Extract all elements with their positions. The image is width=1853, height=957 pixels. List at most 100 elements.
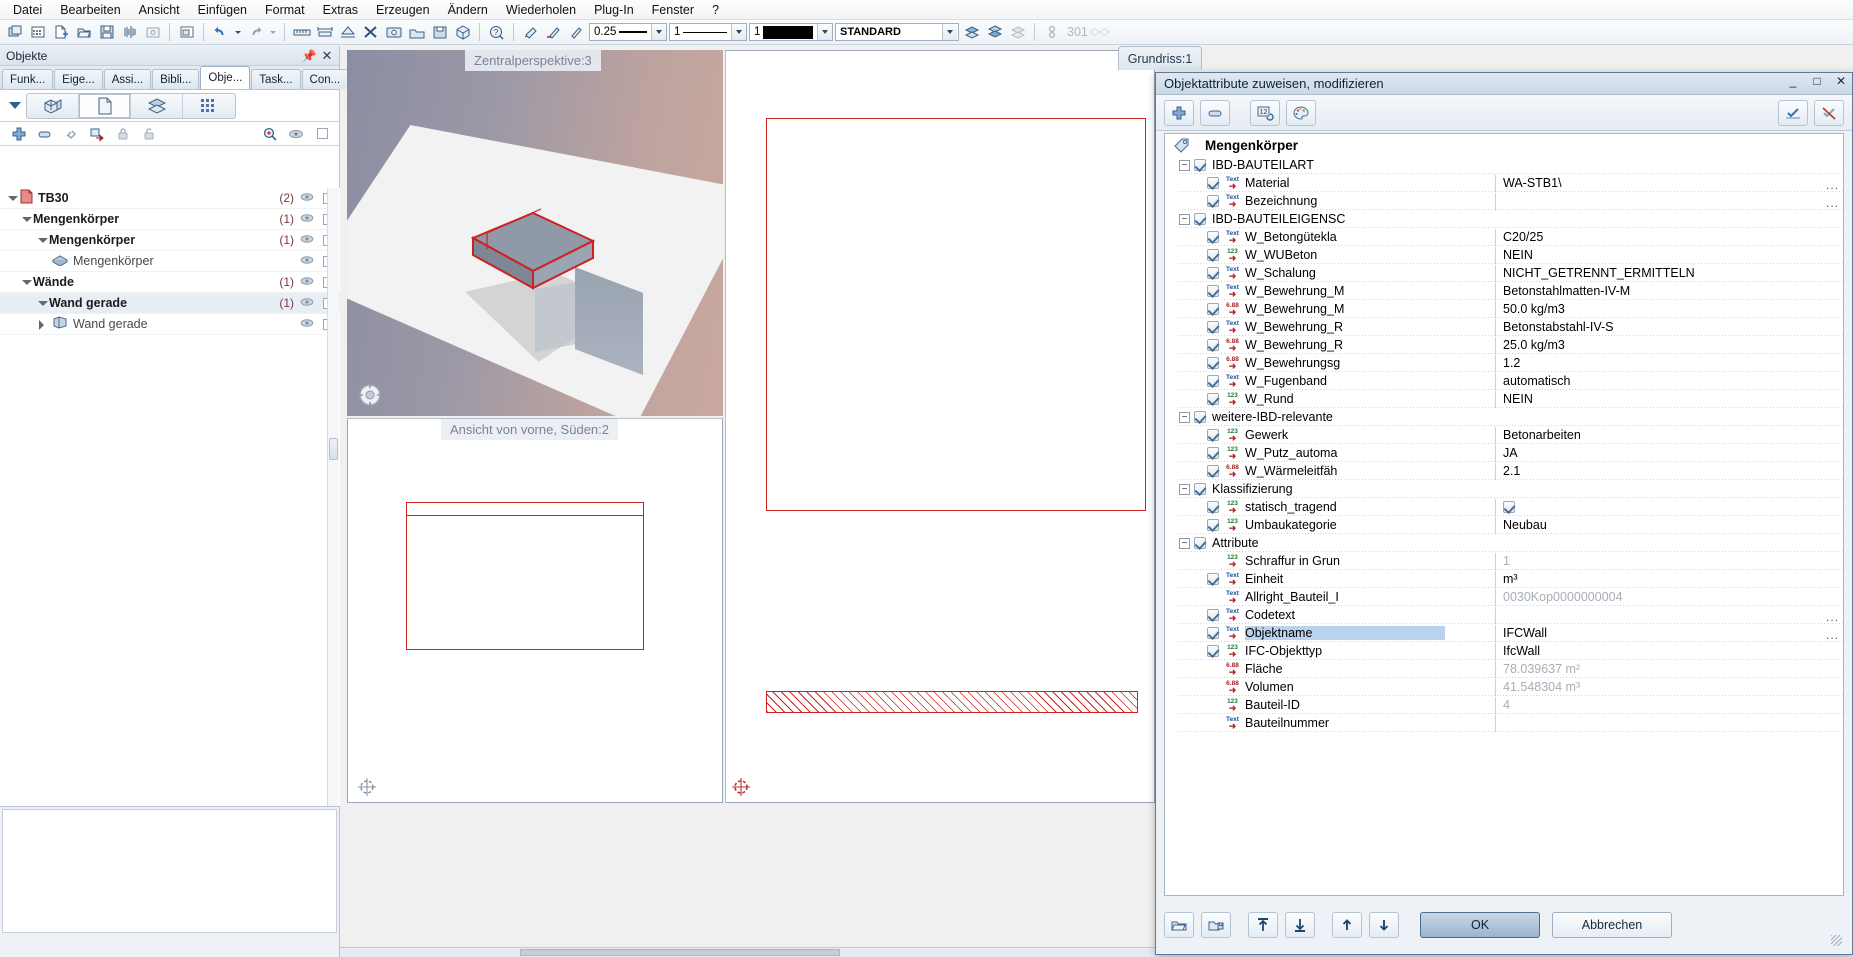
dimension-icon[interactable]	[314, 22, 335, 43]
unassign-all-icon[interactable]	[1814, 100, 1844, 126]
tab-bibliothek[interactable]: Bibli...	[152, 69, 199, 89]
scrollbar-thumb[interactable]	[520, 949, 840, 956]
color-dropdown-arrow-icon[interactable]	[817, 24, 832, 40]
project-table-icon[interactable]	[27, 22, 48, 43]
attr-value[interactable]: ...	[1495, 607, 1841, 624]
eye-icon[interactable]	[300, 317, 314, 331]
attr-value[interactable]: NEIN	[1495, 247, 1841, 264]
attr-group-row[interactable]: − weitere-IBD-relevante	[1165, 408, 1843, 426]
attr-name[interactable]: Objektname	[1245, 626, 1445, 640]
attr-value[interactable]: 1.2	[1495, 355, 1841, 372]
attr-value[interactable]: C20/25	[1495, 229, 1841, 246]
attr-value[interactable]: Betonstabstahl-IV-S	[1495, 319, 1841, 336]
color-combo[interactable]: 1	[749, 23, 833, 41]
attr-value[interactable]: Neubau	[1495, 517, 1841, 534]
eye-icon[interactable]	[300, 254, 314, 268]
attr-checkbox[interactable]	[1207, 393, 1219, 405]
attr-row[interactable]: Text➜ Bezeichnung ...	[1165, 192, 1843, 210]
attr-value[interactable]: 50.0 kg/m3	[1495, 301, 1841, 318]
preview-icon[interactable]	[142, 22, 163, 43]
ok-button[interactable]: OK	[1420, 912, 1540, 938]
attr-checkbox[interactable]	[1207, 429, 1219, 441]
collapse-icon[interactable]: −	[1179, 538, 1190, 549]
collapse-icon[interactable]: −	[1179, 484, 1190, 495]
attr-value[interactable]: WA-STB1\...	[1495, 175, 1841, 192]
tree-row-tb30[interactable]: TB30 (2)	[0, 188, 340, 209]
attr-row[interactable]: Text➜ Allright_Bauteil_I 0030Kop00000000…	[1165, 588, 1843, 606]
load-favorite-icon[interactable]	[1164, 912, 1194, 938]
attr-checkbox[interactable]	[1207, 645, 1219, 657]
visibility-checkbox-icon[interactable]	[309, 123, 335, 145]
attr-checkbox[interactable]	[1207, 573, 1219, 585]
undo-icon[interactable]	[210, 22, 231, 43]
attr-checkbox[interactable]	[1207, 501, 1219, 513]
menu-item-wiederholen[interactable]: Wiederholen	[497, 1, 585, 19]
attr-checkbox[interactable]	[1207, 447, 1219, 459]
attr-value[interactable]: NEIN	[1495, 391, 1841, 408]
tree-row-wand-gerade-leaf[interactable]: Wand gerade	[0, 314, 340, 335]
menu-item-fenster[interactable]: Fenster	[643, 1, 703, 19]
attr-checkbox[interactable]	[1207, 339, 1219, 351]
eye-icon[interactable]	[300, 233, 314, 247]
redo-icon[interactable]	[245, 22, 266, 43]
attr-row[interactable]: 123➜ Bauteil-ID 4	[1165, 696, 1843, 714]
rename-icon[interactable]	[32, 123, 58, 145]
menu-item-einfuegen[interactable]: Einfügen	[189, 1, 256, 19]
copy-view-icon[interactable]	[406, 22, 427, 43]
grid-structure-icon[interactable]	[183, 94, 235, 118]
3d-view-icon[interactable]	[452, 22, 473, 43]
attr-row[interactable]: 123➜ W_Putz_automa JA	[1165, 444, 1843, 462]
help-icon[interactable]: ?	[486, 22, 507, 43]
attr-row[interactable]: 6.88➜ Fläche 78.039637 m²	[1165, 660, 1843, 678]
attr-checkbox[interactable]	[1207, 285, 1219, 297]
twisty-down-icon[interactable]	[36, 235, 47, 246]
color-palette-icon[interactable]	[1286, 100, 1316, 126]
eye-icon[interactable]	[283, 123, 309, 145]
menu-item-ansicht[interactable]: Ansicht	[130, 1, 189, 19]
attr-row[interactable]: Text➜ W_Schalung NICHT_GETRENNT_ERMITTEL…	[1165, 264, 1843, 282]
attr-row-objektname[interactable]: Text➜ Objektname IFCWall...	[1165, 624, 1843, 642]
menu-item-extras[interactable]: Extras	[314, 1, 367, 19]
menu-item-bearbeiten[interactable]: Bearbeiten	[51, 1, 129, 19]
attr-row[interactable]: 123➜ statisch_tragend	[1165, 498, 1843, 516]
attr-row[interactable]: Text➜ W_Bewehrung_M Betonstahlmatten-IV-…	[1165, 282, 1843, 300]
attr-row[interactable]: 123➜ Umbaukategorie Neubau	[1165, 516, 1843, 534]
attr-row[interactable]: Text➜ Bauteilnummer	[1165, 714, 1843, 732]
link-icon[interactable]	[1041, 22, 1062, 43]
layout-icon[interactable]	[176, 22, 197, 43]
attr-checkbox[interactable]	[1207, 519, 1219, 531]
attr-checkbox[interactable]	[1207, 321, 1219, 333]
attr-row[interactable]: Text➜ W_Fugenband automatisch	[1165, 372, 1843, 390]
tree-row-mengenkoerper-2[interactable]: Mengenkörper (1)	[0, 230, 340, 251]
tree-row-waende[interactable]: Wände (1)	[0, 272, 340, 293]
export-icon[interactable]	[84, 123, 110, 145]
new-document-icon[interactable]	[50, 22, 71, 43]
tab-task[interactable]: Task...	[251, 69, 300, 89]
viewport-front-view[interactable]: Ansicht von vorne, Süden:2	[347, 418, 723, 803]
twisty-down-icon[interactable]	[20, 214, 31, 225]
attr-value[interactable]	[1495, 499, 1841, 516]
layer-front-icon[interactable]	[961, 22, 982, 43]
value-checkbox[interactable]	[1503, 501, 1515, 513]
document-tab-grundriss[interactable]: Grundriss:1	[1118, 46, 1202, 70]
eye-icon[interactable]	[300, 296, 314, 310]
save-icon[interactable]	[96, 22, 117, 43]
attr-row[interactable]: Text➜ Codetext ...	[1165, 606, 1843, 624]
attr-group-row[interactable]: − IBD-BAUTEILART	[1165, 156, 1843, 174]
attr-checkbox[interactable]	[1207, 249, 1219, 261]
assign-all-icon[interactable]	[1778, 100, 1808, 126]
save-favorite-icon[interactable]	[1201, 912, 1231, 938]
menu-item-plugin[interactable]: Plug-In	[585, 1, 643, 19]
attr-value[interactable]: JA	[1495, 445, 1841, 462]
pin-icon[interactable]: 📌	[301, 48, 317, 64]
attr-value[interactable]: Betonarbeiten	[1495, 427, 1841, 444]
attribute-list[interactable]: Mengenkörper − IBD-BAUTEILART Text➜ Mate…	[1164, 133, 1844, 896]
twisty-right-icon[interactable]	[36, 319, 47, 330]
attr-value[interactable]: automatisch	[1495, 373, 1841, 390]
layer-mid-icon[interactable]	[984, 22, 1005, 43]
attr-row[interactable]: 123➜ IFC-Objekttyp IfcWall	[1165, 642, 1843, 660]
save-view-icon[interactable]	[429, 22, 450, 43]
pen-thickness-combo[interactable]: 0.25	[589, 23, 667, 41]
attr-checkbox[interactable]	[1207, 177, 1219, 189]
attr-checkbox[interactable]	[1207, 465, 1219, 477]
